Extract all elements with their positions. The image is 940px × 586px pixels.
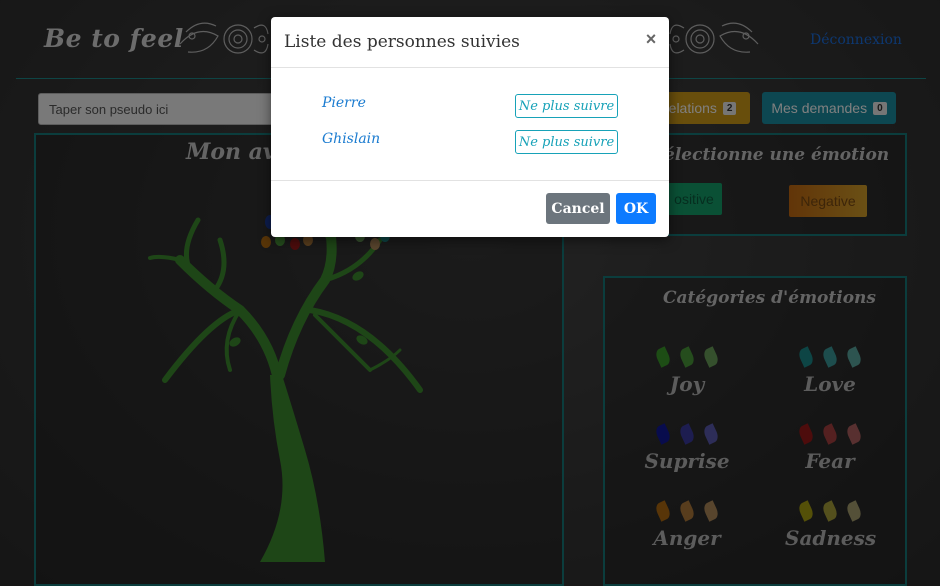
dialog-footer-divider [271,180,669,181]
followed-person-name[interactable]: Ghislain [322,131,380,147]
unfollow-button[interactable]: Ne plus suivre [515,130,618,154]
close-icon[interactable]: × [643,29,659,49]
dialog-header-divider [271,67,669,68]
dialog-title: Liste des personnes suivies [284,32,520,52]
ok-button[interactable]: OK [616,193,656,224]
cancel-button[interactable]: Cancel [546,193,610,224]
followed-people-dialog: Liste des personnes suivies × Pierre Ne … [271,17,669,237]
unfollow-button[interactable]: Ne plus suivre [515,94,618,118]
app-background: Be to feel Déconnexion relations 2 Mes d… [0,0,940,586]
followed-person-name[interactable]: Pierre [322,95,366,111]
